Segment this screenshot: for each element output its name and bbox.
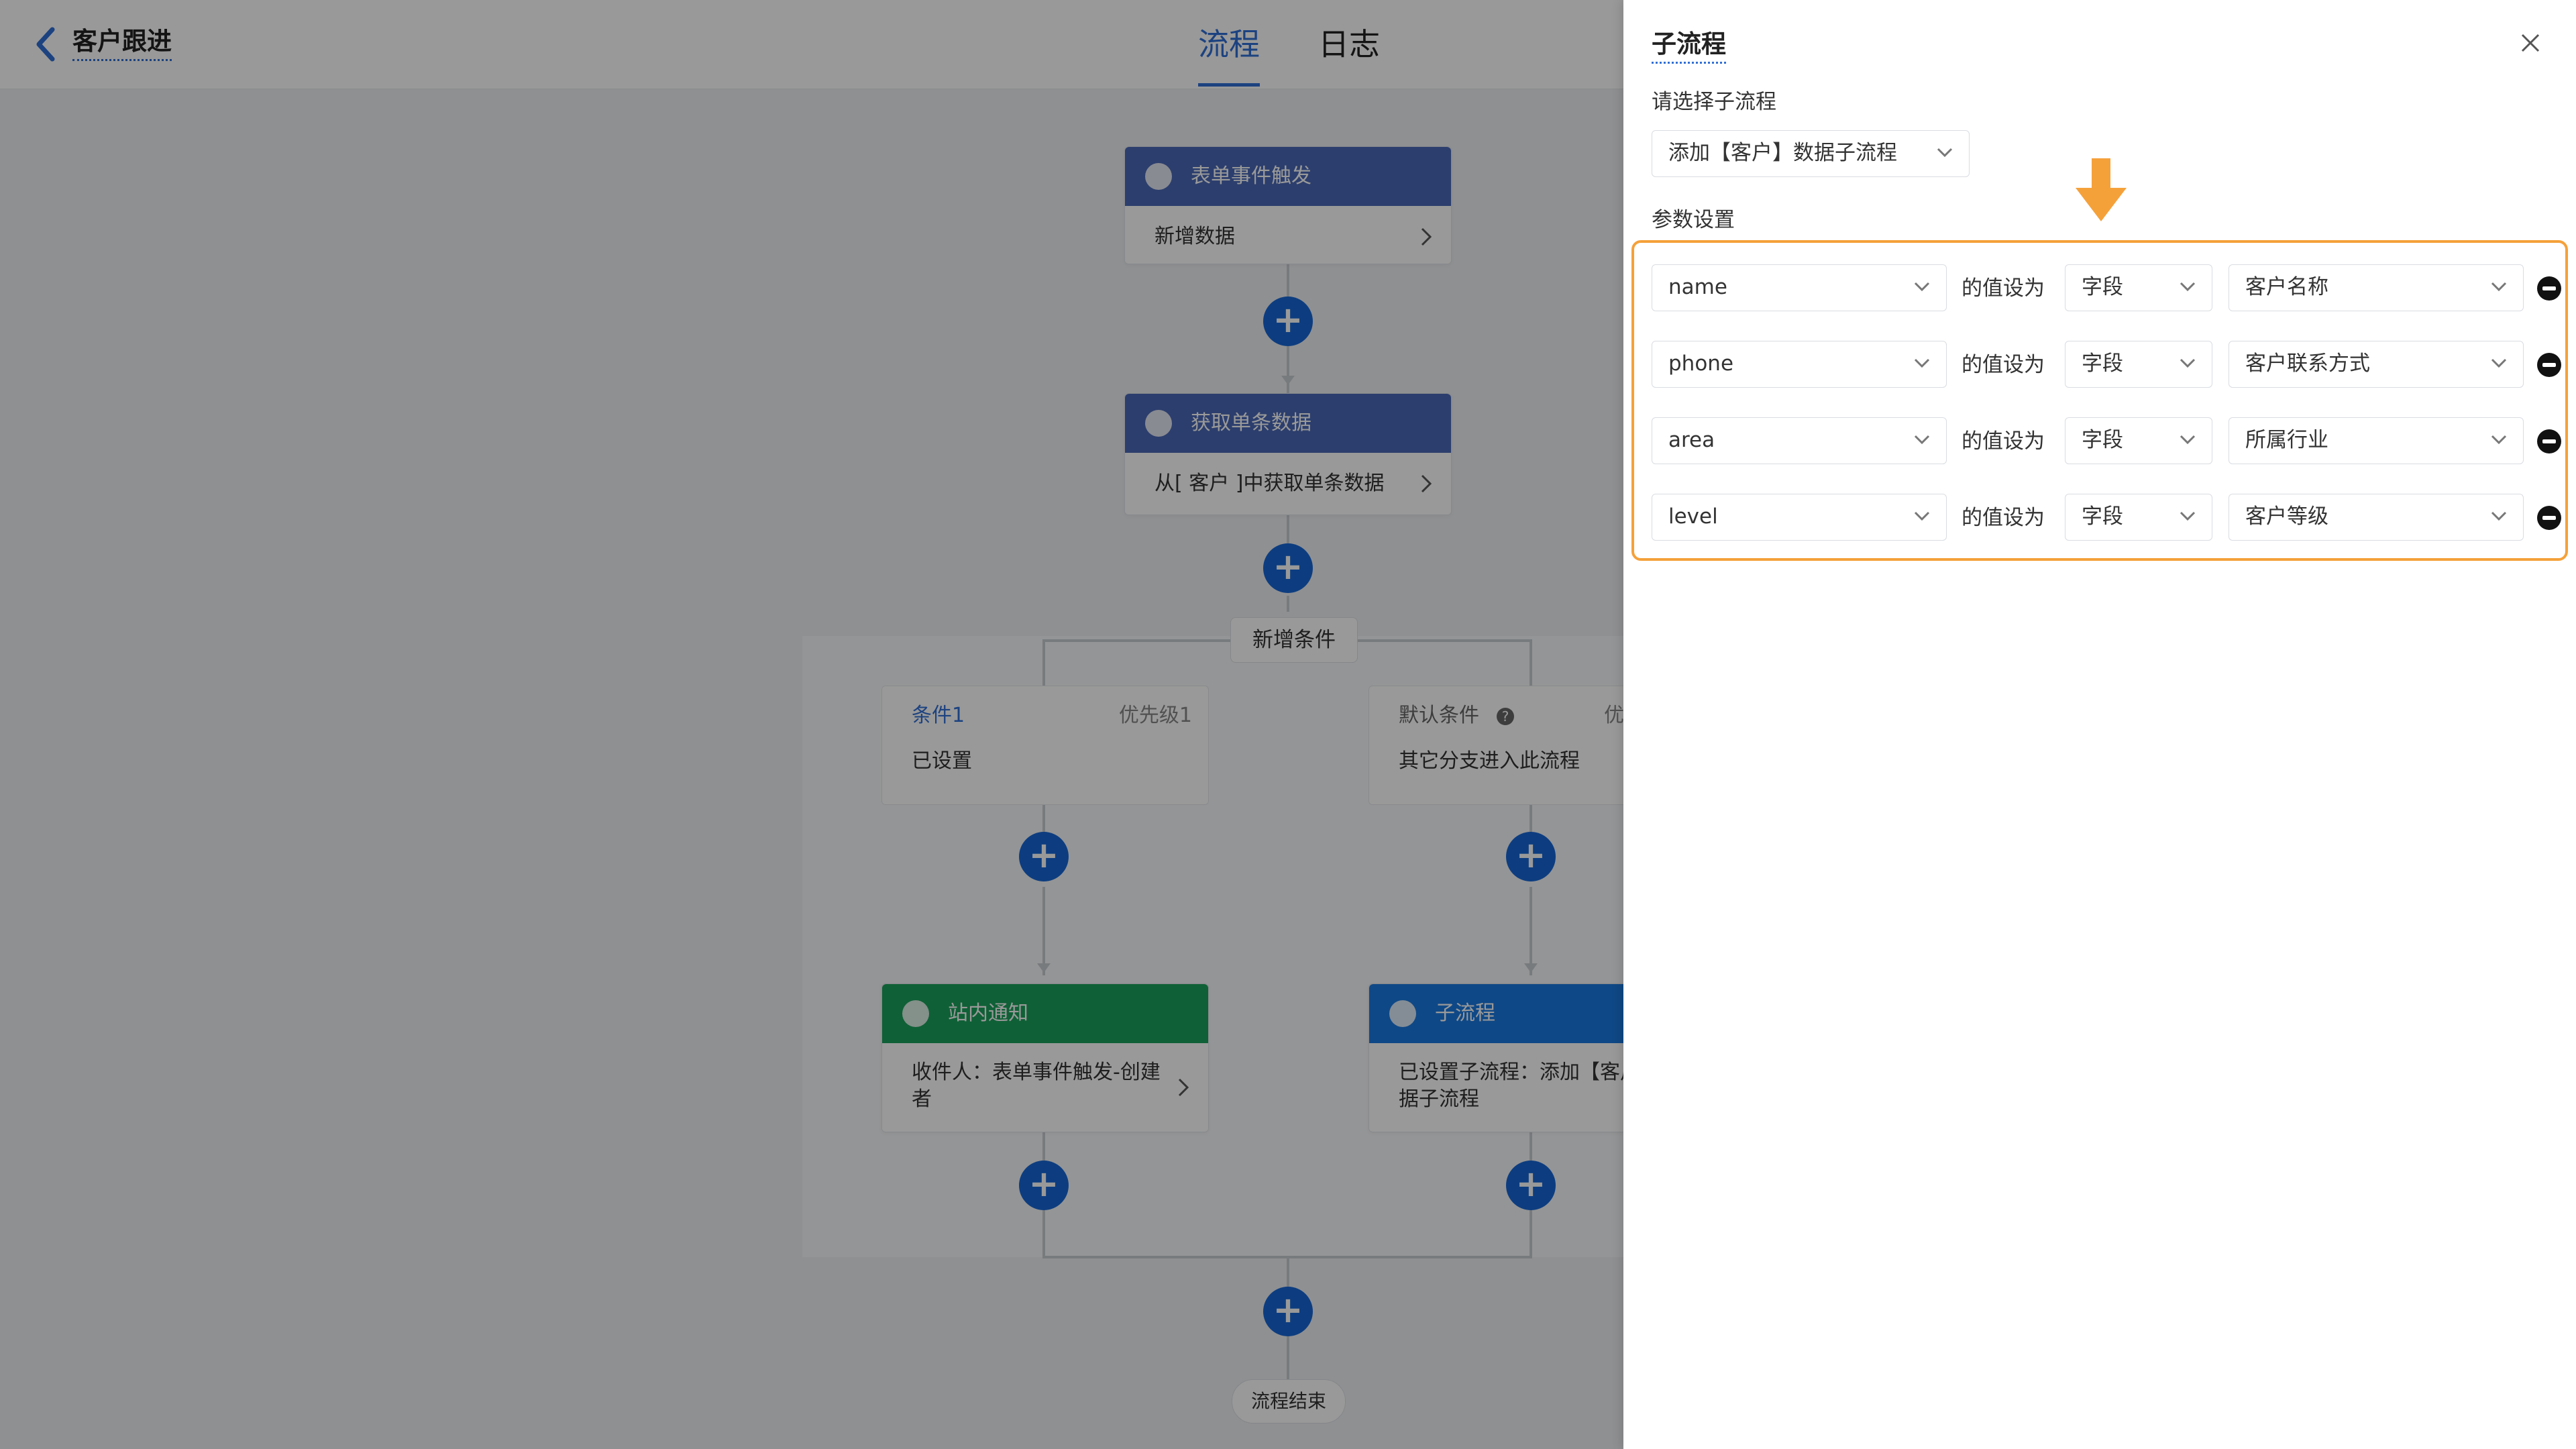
param-value-select[interactable]: 客户等级 <box>2229 494 2524 541</box>
param-value-select[interactable]: 所属行业 <box>2229 417 2524 464</box>
param-value-text: 客户联系方式 <box>2245 352 2370 376</box>
param-type-value: 字段 <box>2082 504 2123 529</box>
remove-param-icon[interactable] <box>2537 506 2561 530</box>
subflow-select-value: 添加【客户】数据子流程 <box>1668 141 1897 165</box>
param-connector: 的值设为 <box>1962 506 2045 530</box>
chevron-down-icon <box>2180 358 2196 368</box>
param-field-value: name <box>1668 275 1727 299</box>
chevron-down-icon <box>2491 511 2507 521</box>
chevron-down-icon <box>2180 435 2196 445</box>
param-row: name 的值设为 字段 客户名称 <box>1652 264 2564 313</box>
param-value-select[interactable]: 客户名称 <box>2229 264 2524 311</box>
param-field-select[interactable]: level <box>1652 494 1947 541</box>
param-connector: 的值设为 <box>1962 429 2045 453</box>
param-row: level 的值设为 字段 客户等级 <box>1652 494 2564 542</box>
subflow-select-label: 请选择子流程 <box>1652 90 1776 114</box>
param-field-value: phone <box>1668 352 1734 376</box>
param-field-value: area <box>1668 428 1715 452</box>
param-type-value: 字段 <box>2082 352 2123 376</box>
param-value-text: 客户名称 <box>2245 275 2328 299</box>
subflow-select[interactable]: 添加【客户】数据子流程 <box>1652 130 1970 177</box>
modal-overlay[interactable] <box>0 0 1623 1449</box>
param-connector: 的值设为 <box>1962 276 2045 301</box>
chevron-down-icon <box>2491 282 2507 292</box>
arrow-down-icon <box>2076 158 2127 221</box>
param-field-select[interactable]: area <box>1652 417 1947 464</box>
param-type-select[interactable]: 字段 <box>2065 494 2212 541</box>
remove-param-icon[interactable] <box>2537 429 2561 453</box>
param-row: phone 的值设为 字段 客户联系方式 <box>1652 341 2564 389</box>
remove-param-icon[interactable] <box>2537 353 2561 377</box>
param-value-text: 所属行业 <box>2245 428 2328 452</box>
chevron-down-icon <box>2180 511 2196 521</box>
remove-param-icon[interactable] <box>2537 276 2561 301</box>
chevron-down-icon <box>2491 435 2507 445</box>
param-field-select[interactable]: phone <box>1652 341 1947 388</box>
close-icon[interactable] <box>2517 30 2544 56</box>
chevron-down-icon <box>1937 148 1953 158</box>
param-field-value: level <box>1668 504 1718 529</box>
param-connector: 的值设为 <box>1962 353 2045 377</box>
chevron-down-icon <box>1914 435 1930 445</box>
chevron-down-icon <box>2180 282 2196 292</box>
param-type-value: 字段 <box>2082 428 2123 452</box>
chevron-down-icon <box>2491 358 2507 368</box>
param-row: area 的值设为 字段 所属行业 <box>1652 417 2564 466</box>
chevron-down-icon <box>1914 282 1930 292</box>
chevron-down-icon <box>1914 358 1930 368</box>
param-value-text: 客户等级 <box>2245 504 2328 529</box>
param-value-select[interactable]: 客户联系方式 <box>2229 341 2524 388</box>
params-label: 参数设置 <box>1652 208 1735 232</box>
param-type-value: 字段 <box>2082 275 2123 299</box>
chevron-down-icon <box>1914 511 1930 521</box>
param-type-select[interactable]: 字段 <box>2065 341 2212 388</box>
param-type-select[interactable]: 字段 <box>2065 417 2212 464</box>
param-field-select[interactable]: name <box>1652 264 1947 311</box>
param-type-select[interactable]: 字段 <box>2065 264 2212 311</box>
panel-title: 子流程 <box>1652 30 1726 64</box>
